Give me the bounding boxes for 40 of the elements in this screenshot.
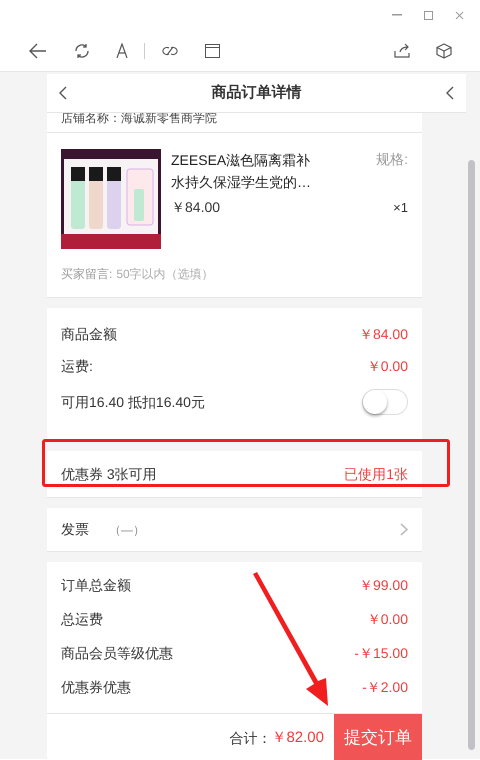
maximize-icon[interactable] bbox=[424, 10, 433, 20]
link-icon[interactable] bbox=[162, 44, 178, 56]
close-icon[interactable] bbox=[455, 10, 464, 20]
font-icon[interactable] bbox=[116, 43, 128, 58]
product-name: ZEESEA滋色隔离霜补水持久保湿学生党的… bbox=[171, 151, 312, 192]
back-icon[interactable] bbox=[446, 86, 454, 100]
row-label: 总运费 bbox=[61, 610, 103, 628]
cube-icon[interactable] bbox=[436, 42, 452, 58]
invoice-value: （—） bbox=[109, 522, 145, 538]
row-value: ￥0.00 bbox=[366, 356, 408, 376]
scrollbar-thumb[interactable] bbox=[468, 160, 475, 750]
window-icon[interactable] bbox=[205, 44, 220, 58]
total-label: 合计： bbox=[229, 728, 272, 748]
row-label: 运费: bbox=[61, 356, 93, 376]
row-label: 优惠券优惠 bbox=[61, 678, 131, 696]
total-amount: ￥82.00 bbox=[271, 728, 324, 748]
share-icon[interactable] bbox=[394, 43, 410, 58]
points-toggle[interactable] bbox=[362, 389, 408, 415]
coupon-label[interactable]: 优惠券 3张可用 bbox=[61, 464, 157, 484]
page-title: 商品订单详情 bbox=[210, 82, 302, 103]
invoice-label[interactable]: 发票 bbox=[61, 519, 89, 540]
minimize-icon[interactable] bbox=[392, 14, 402, 16]
points-label: 可用16.40 抵扣16.40元 bbox=[61, 392, 205, 412]
row-value: ￥99.00 bbox=[358, 576, 408, 594]
row-value: ￥0.00 bbox=[366, 610, 408, 628]
row-label: 订单总金额 bbox=[61, 576, 131, 594]
refresh-icon[interactable] bbox=[74, 42, 90, 58]
spec-label: 规格: bbox=[376, 150, 408, 169]
back-arrow-icon[interactable] bbox=[29, 42, 47, 58]
row-value: -￥2.00 bbox=[362, 678, 408, 696]
row-value: ￥84.00 bbox=[358, 324, 408, 344]
message-field[interactable]: 50字以内（选填） bbox=[116, 265, 408, 283]
coupon-status: 已使用1张 bbox=[344, 464, 408, 484]
product-price: ￥84.00 bbox=[171, 198, 220, 217]
row-label: 商品金额 bbox=[61, 324, 117, 344]
quantity: ×1 bbox=[393, 198, 408, 217]
row-label: 商品会员等级优惠 bbox=[61, 644, 173, 662]
row-value: -￥15.00 bbox=[354, 644, 408, 662]
message-label: 买家留言: bbox=[61, 266, 112, 283]
back-icon[interactable] bbox=[59, 86, 67, 100]
